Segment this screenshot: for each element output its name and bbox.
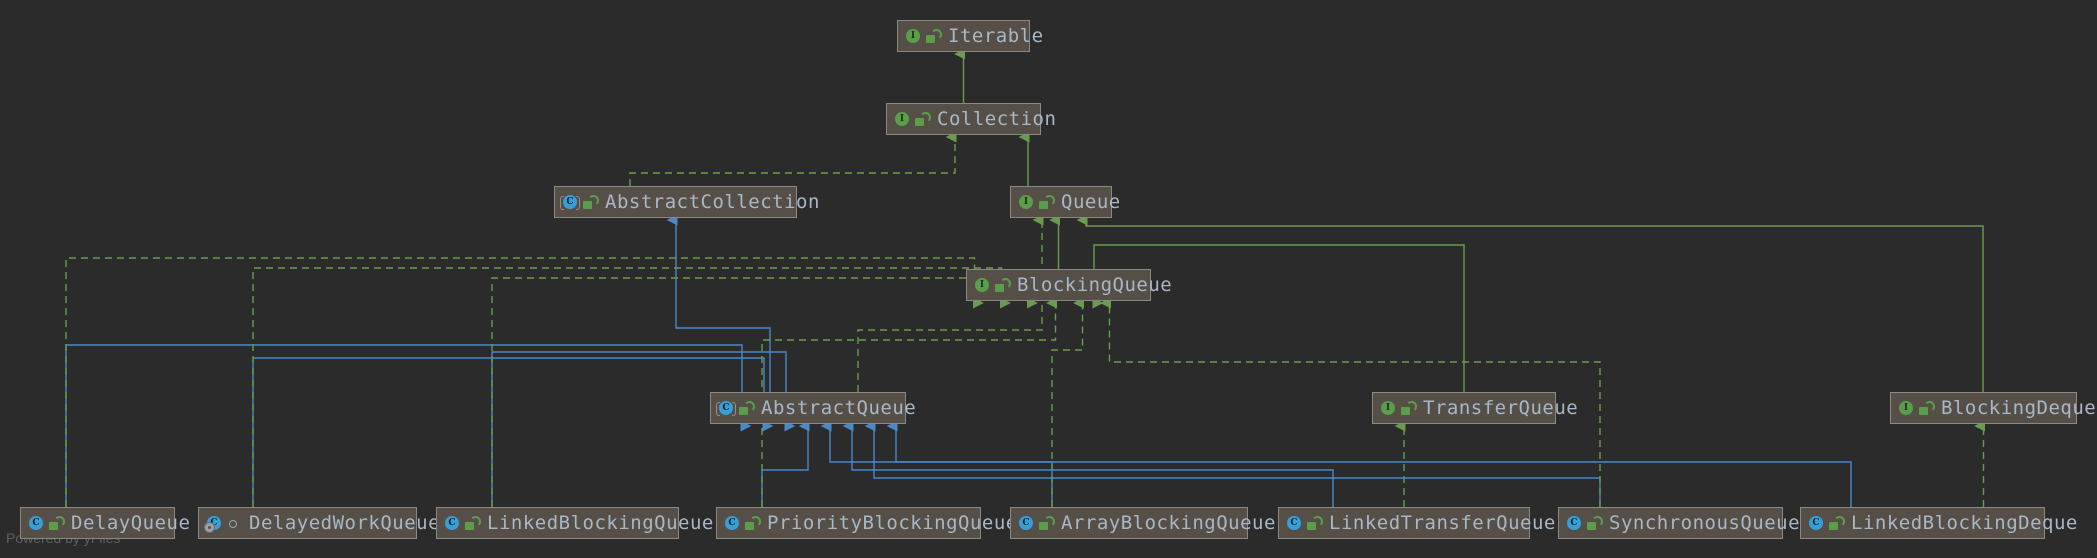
node-label: DelayedWorkQueue	[249, 514, 440, 533]
edge-delayedworkqueue-to-abstractqueue	[253, 358, 764, 507]
node-label: PriorityBlockingQueue	[767, 514, 1018, 533]
class-node-iterable[interactable]: IIterable	[897, 20, 1030, 52]
node-icons: C	[724, 515, 758, 531]
class-node-synchronousqueue[interactable]: CSynchronousQueue	[1558, 507, 1783, 539]
edge-linkedtransferqueue-to-abstractqueue	[852, 426, 1333, 507]
node-label: LinkedBlockingQueue	[487, 514, 714, 533]
interface-icon: I	[1380, 400, 1396, 416]
public-lock-icon	[925, 29, 939, 43]
class-node-linkedtransferqueue[interactable]: CLinkedTransferQueue	[1278, 507, 1530, 539]
node-icons: C	[718, 400, 752, 416]
node-icons: I	[905, 28, 939, 44]
interface-icon: I	[1898, 400, 1914, 416]
interface-icon: I	[974, 277, 990, 293]
class-node-linkedblockingdeque[interactable]: CLinkedBlockingDeque	[1800, 507, 2045, 539]
node-icons: C	[206, 515, 240, 531]
node-label: DelayQueue	[71, 514, 190, 533]
node-icons: C	[444, 515, 478, 531]
node-label: LinkedTransferQueue	[1329, 514, 1556, 533]
inner-class-icon: C	[206, 515, 222, 531]
public-lock-icon	[744, 516, 758, 530]
edge-arrayblockingqueue-to-blockingqueue	[1052, 303, 1083, 507]
class-node-transferqueue[interactable]: ITransferQueue	[1372, 392, 1556, 424]
edge-delayqueue-to-abstractqueue	[66, 345, 742, 507]
edge-priorityblockingqueue-to-abstractqueue	[762, 426, 808, 507]
class-icon: C	[1286, 515, 1302, 531]
node-label: SynchronousQueue	[1609, 514, 1800, 533]
edge-delayedworkqueue-to-blockingqueue	[253, 268, 1002, 507]
class-icon: C	[1808, 515, 1824, 531]
class-node-blockingdeque[interactable]: IBlockingDeque	[1890, 392, 2077, 424]
edge-abstractqueue-to-queue	[858, 220, 1042, 392]
node-label: BlockingQueue	[1017, 276, 1172, 295]
abstract-class-icon: C	[718, 400, 734, 416]
node-label: Queue	[1061, 193, 1121, 212]
node-icons: C	[1018, 515, 1052, 531]
node-label: BlockingDeque	[1941, 399, 2096, 418]
public-lock-icon	[1038, 195, 1052, 209]
interface-icon: I	[1018, 194, 1034, 210]
class-icon: C	[1018, 515, 1034, 531]
class-node-blockingqueue[interactable]: IBlockingQueue	[966, 269, 1151, 301]
node-icons: C	[1808, 515, 1842, 531]
class-node-delayqueue[interactable]: CDelayQueue	[20, 507, 175, 539]
public-lock-icon	[738, 401, 752, 415]
class-node-abstractqueue[interactable]: CAbstractQueue	[710, 392, 906, 424]
class-icon: C	[444, 515, 460, 531]
public-lock-icon	[1918, 401, 1932, 415]
edge-arrayblockingqueue-to-abstractqueue	[830, 426, 1052, 507]
public-lock-icon	[582, 195, 596, 209]
node-icons: I	[1018, 194, 1052, 210]
class-icon: C	[724, 515, 740, 531]
node-icons: C	[562, 194, 596, 210]
node-label: TransferQueue	[1423, 399, 1578, 418]
edge-delayqueue-to-blockingqueue	[66, 258, 975, 507]
public-lock-icon	[464, 516, 478, 530]
node-icons: I	[1380, 400, 1414, 416]
node-label: LinkedBlockingDeque	[1851, 514, 2078, 533]
node-label: AbstractQueue	[761, 399, 916, 418]
public-lock-icon	[1038, 516, 1052, 530]
class-icon: C	[28, 515, 44, 531]
class-node-queue[interactable]: IQueue	[1010, 186, 1112, 218]
class-node-priorityblockingqueue[interactable]: CPriorityBlockingQueue	[716, 507, 981, 539]
class-node-arrayblockingqueue[interactable]: CArrayBlockingQueue	[1010, 507, 1248, 539]
public-lock-icon	[1586, 516, 1600, 530]
edge-transferqueue-to-blockingqueue	[1094, 245, 1464, 392]
public-lock-icon	[1828, 516, 1842, 530]
abstract-class-icon: C	[562, 194, 578, 210]
node-icons: C	[1286, 515, 1320, 531]
node-icons: I	[1898, 400, 1932, 416]
package-private-icon	[226, 516, 240, 530]
class-node-collection[interactable]: ICollection	[886, 103, 1041, 135]
edge-synchronousqueue-to-abstractqueue	[874, 426, 1600, 507]
public-lock-icon	[914, 112, 928, 126]
class-icon: C	[1566, 515, 1582, 531]
public-lock-icon	[1306, 516, 1320, 530]
public-lock-icon	[1400, 401, 1414, 415]
public-lock-icon	[994, 278, 1008, 292]
edge-linkedblockingqueue-to-abstractqueue	[492, 352, 786, 507]
diagram-canvas[interactable]: IIterableICollectionCAbstractCollectionI…	[0, 0, 2097, 558]
node-icons: C	[28, 515, 62, 531]
node-label: Collection	[937, 110, 1056, 129]
edge-blockingdeque-to-queue	[1086, 220, 1983, 392]
interface-icon: I	[894, 111, 910, 127]
edge-abstractcollection-to-collection	[630, 137, 955, 186]
edge-abstractqueue-to-abstractcollection	[676, 220, 770, 392]
class-node-linkedblockingqueue[interactable]: CLinkedBlockingQueue	[436, 507, 679, 539]
class-node-delayedworkqueue[interactable]: CDelayedWorkQueue	[198, 507, 417, 539]
node-icons: I	[974, 277, 1008, 293]
node-label: ArrayBlockingQueue	[1061, 514, 1276, 533]
node-label: Iterable	[948, 27, 1044, 46]
node-icons: I	[894, 111, 928, 127]
interface-icon: I	[905, 28, 921, 44]
public-lock-icon	[48, 516, 62, 530]
edge-linkedblockingdeque-to-abstractqueue	[896, 426, 1851, 507]
class-node-abstractcollection[interactable]: CAbstractCollection	[554, 186, 797, 218]
node-icons: C	[1566, 515, 1600, 531]
node-label: AbstractCollection	[605, 193, 820, 212]
